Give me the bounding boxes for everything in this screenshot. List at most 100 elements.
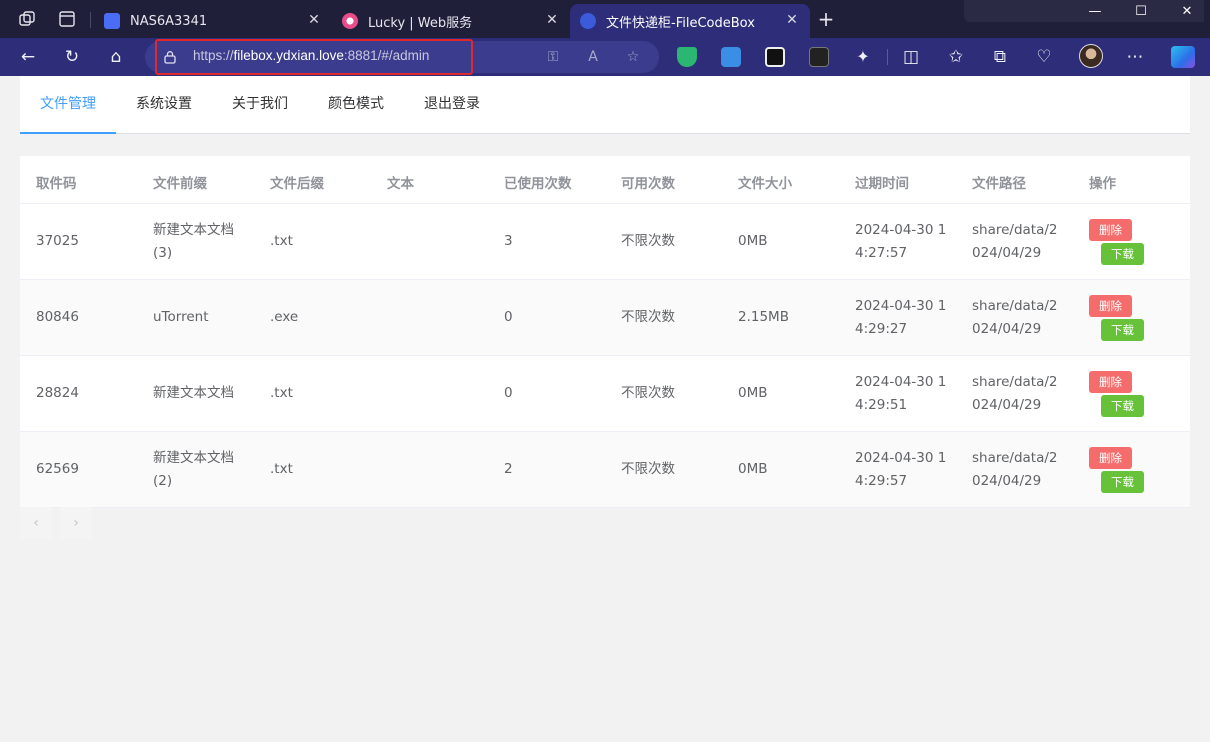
extension-blue-icon[interactable] [721, 47, 741, 67]
tab-filecodebox[interactable]: 文件快递柜-FileCodeBox ✕ [570, 4, 810, 38]
top-menu: 文件管理 系统设置 关于我们 颜色模式 退出登录 [20, 76, 1190, 134]
cell-file-size: 2.15MB [738, 309, 789, 325]
tab-lucky[interactable]: Lucky | Web服务 ✕ [334, 4, 570, 38]
cell-available-count: 不限次数 [621, 309, 675, 325]
download-button[interactable]: 下载 [1101, 319, 1144, 341]
cell-expire-time: 2024-04-30 1 4:29:27 [855, 298, 947, 337]
extension-mask-icon[interactable] [765, 47, 785, 67]
cell-available-count: 不限次数 [621, 461, 675, 477]
cell-code: 37025 [36, 233, 79, 249]
browser-essentials-icon[interactable]: ♡ [1033, 46, 1055, 68]
cell-prefix: uTorrent [153, 309, 209, 325]
cell-code: 62569 [36, 461, 79, 477]
cell-file-size: 0MB [738, 233, 768, 249]
cell-code: 80846 [36, 309, 79, 325]
refresh-icon[interactable]: ↻ [61, 46, 83, 68]
table-row: 80846 uTorrent .exe 0 不限次数 2.15MB 2024-0… [20, 280, 1190, 356]
cell-available-count: 不限次数 [621, 233, 675, 249]
page-content: 文件管理 系统设置 关于我们 颜色模式 退出登录 取件码 文件前缀 文件后缀 文… [0, 76, 1210, 742]
menu-item-settings[interactable]: 系统设置 [136, 76, 192, 134]
tab-title: NAS6A3341 [130, 13, 208, 29]
menu-item-files[interactable]: 文件管理 [20, 76, 116, 134]
tab-strip: NAS6A3341 ✕ Lucky | Web服务 ✕ 文件快递柜-FileCo… [0, 0, 1210, 38]
download-button[interactable]: 下载 [1101, 243, 1144, 265]
prev-page-button[interactable]: ‹ [20, 507, 52, 539]
key-icon[interactable]: ⚿ [545, 49, 561, 65]
cell-available-count: 不限次数 [621, 385, 675, 401]
delete-button[interactable]: 删除 [1089, 447, 1132, 469]
tab-divider [90, 12, 91, 28]
download-button[interactable]: 下载 [1101, 395, 1144, 417]
cell-file-path: share/data/2 024/04/29 [972, 298, 1058, 337]
file-table: 取件码 文件前缀 文件后缀 文本 已使用次数 可用次数 文件大小 过期时间 文件… [20, 156, 1190, 508]
close-tab-icon[interactable]: ✕ [544, 12, 560, 28]
cell-file-path: share/data/2 024/04/29 [972, 222, 1058, 261]
cell-file-path: share/data/2 024/04/29 [972, 374, 1058, 413]
tab-actions-icon[interactable] [58, 10, 76, 28]
menu-item-color-mode[interactable]: 颜色模式 [328, 76, 384, 134]
header-available-count[interactable]: 可用次数 [621, 172, 675, 192]
next-page-button[interactable]: › [60, 507, 92, 539]
table-header: 取件码 文件前缀 文件后缀 文本 已使用次数 可用次数 文件大小 过期时间 文件… [20, 156, 1190, 204]
header-suffix[interactable]: 文件后缀 [270, 172, 324, 192]
home-icon[interactable]: ⌂ [105, 46, 127, 68]
table-row: 37025 新建文本文档 (3) .txt 3 不限次数 0MB 2024-04-… [20, 204, 1190, 280]
new-tab-icon[interactable]: + [816, 9, 836, 29]
cell-used-count: 0 [504, 309, 513, 325]
close-window-icon[interactable]: ✕ [1164, 0, 1210, 26]
cell-prefix: 新建文本文档 (2) [153, 450, 234, 489]
cell-prefix: 新建文本文档 (3) [153, 222, 234, 261]
cell-file-path: share/data/2 024/04/29 [972, 450, 1058, 489]
cell-used-count: 0 [504, 385, 513, 401]
close-tab-icon[interactable]: ✕ [784, 12, 800, 28]
header-prefix[interactable]: 文件前缀 [153, 172, 207, 192]
tab-nas[interactable]: NAS6A3341 ✕ [96, 4, 332, 38]
profile-avatar[interactable] [1079, 44, 1103, 68]
collections-icon[interactable]: ⧉ [989, 46, 1011, 68]
copilot-icon[interactable] [1171, 46, 1195, 68]
close-tab-icon[interactable]: ✕ [306, 12, 322, 28]
maximize-icon[interactable]: ☐ [1118, 0, 1164, 26]
nas-favicon-icon [104, 13, 120, 29]
back-icon[interactable]: ← [17, 46, 39, 68]
menu-item-logout[interactable]: 退出登录 [424, 76, 480, 134]
extensions-puzzle-icon[interactable]: ✦ [852, 46, 874, 68]
cell-file-size: 0MB [738, 385, 768, 401]
download-button[interactable]: 下载 [1101, 471, 1144, 493]
pagination: ‹ › [20, 507, 100, 539]
header-file-path[interactable]: 文件路径 [972, 172, 1026, 192]
lucky-favicon-icon [342, 13, 358, 29]
menu-item-about[interactable]: 关于我们 [232, 76, 288, 134]
cell-expire-time: 2024-04-30 1 4:29:57 [855, 450, 947, 489]
cell-suffix: .txt [270, 385, 293, 401]
table-row: 28824 新建文本文档 .txt 0 不限次数 0MB 2024-04-30 … [20, 356, 1190, 432]
tab-title: 文件快递柜-FileCodeBox [606, 15, 755, 31]
minimize-icon[interactable]: — [1072, 0, 1118, 26]
shield-extension-icon[interactable] [677, 47, 697, 67]
extension-cross-icon[interactable] [809, 47, 829, 67]
delete-button[interactable]: 删除 [1089, 371, 1132, 393]
favorites-icon[interactable]: ✩ [945, 46, 967, 68]
cell-file-size: 0MB [738, 461, 768, 477]
cell-prefix: 新建文本文档 [153, 385, 234, 401]
header-file-size[interactable]: 文件大小 [738, 172, 792, 192]
delete-button[interactable]: 删除 [1089, 295, 1132, 317]
header-text[interactable]: 文本 [387, 172, 414, 192]
cell-expire-time: 2024-04-30 1 4:29:51 [855, 374, 947, 413]
cell-suffix: .txt [270, 233, 293, 249]
cell-suffix: .exe [270, 309, 299, 325]
favorite-star-icon[interactable]: ☆ [625, 49, 641, 65]
header-code[interactable]: 取件码 [36, 172, 77, 192]
header-used-count[interactable]: 已使用次数 [504, 172, 572, 192]
cell-used-count: 2 [504, 461, 513, 477]
workspaces-icon[interactable] [18, 10, 36, 28]
cell-suffix: .txt [270, 461, 293, 477]
header-expire-time[interactable]: 过期时间 [855, 172, 909, 192]
tab-title: Lucky | Web服务 [368, 15, 473, 31]
delete-button[interactable]: 删除 [1089, 219, 1132, 241]
cell-code: 28824 [36, 385, 79, 401]
read-aloud-icon[interactable]: A [585, 49, 601, 65]
split-screen-icon[interactable]: ◫ [900, 46, 922, 68]
filecodebox-favicon-icon [580, 13, 596, 29]
more-options-icon[interactable]: ⋯ [1124, 46, 1146, 68]
